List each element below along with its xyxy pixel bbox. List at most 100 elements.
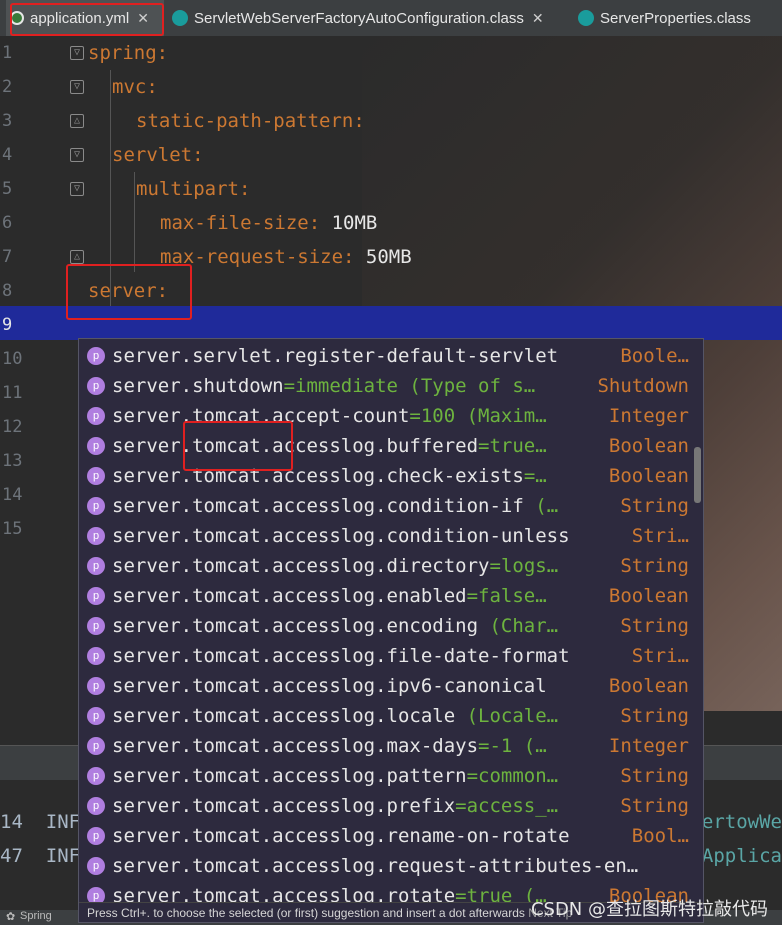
completion-item-name: server.tomcat.accesslog.locale (Locale… [112, 705, 559, 727]
completion-item-type: Boolean [608, 585, 689, 607]
completion-item-type: Bool… [631, 825, 689, 847]
line-number: 1 [2, 43, 13, 63]
property-icon: p [87, 497, 105, 515]
property-icon: p [87, 827, 105, 845]
completion-item-type: String [620, 495, 689, 517]
completion-item[interactable]: p server.tomcat.accesslog.ipv6-canonical B… [79, 671, 703, 701]
editor-tab-bar: application.yml ✕ ServletWebServerFactor… [0, 0, 782, 37]
completion-item[interactable]: p server.tomcat.accesslog.buffered=true… B… [79, 431, 703, 461]
code-completion-popup[interactable]: p server.servlet.register-default-servlet… [78, 338, 704, 923]
property-icon: p [87, 467, 105, 485]
completion-item-name: server.tomcat.accesslog.directory=logs… [112, 555, 559, 577]
code-line: 2 ▽ mvc: [0, 70, 782, 104]
completion-item[interactable]: p server.tomcat.accesslog.enabled=false… B… [79, 581, 703, 611]
completion-item-name: server.shutdown=immediate (Type of s… [112, 375, 536, 397]
completion-item-name: server.tomcat.accesslog.buffered=true… [112, 435, 547, 457]
fold-icon[interactable]: ▽ [70, 46, 84, 60]
completion-item[interactable]: p server.tomcat.accesslog.encoding (Char…… [79, 611, 703, 641]
tab-label: ServerProperties.class [600, 9, 751, 27]
completion-item-name: server.tomcat.accesslog.condition-unless [112, 525, 570, 547]
completion-item-type: String [620, 555, 689, 577]
fold-icon[interactable]: ▽ [70, 80, 84, 94]
completion-item-type: Stri… [631, 645, 689, 667]
completion-item-type: String [620, 795, 689, 817]
completion-item-type: Boole… [620, 345, 689, 367]
completion-item[interactable]: p server.tomcat.accesslog.rename-on-rotat… [79, 821, 703, 851]
line-number: 10 [2, 349, 23, 369]
completion-item-name: server.tomcat.accesslog.ipv6-canonical [112, 675, 547, 697]
code-line: 6 max-file-size: 10MB [0, 206, 782, 240]
completion-item[interactable]: p server.tomcat.accesslog.locale (Locale…… [79, 701, 703, 731]
completion-item[interactable]: p server.tomcat.accesslog.file-date-forma… [79, 641, 703, 671]
fold-icon[interactable]: ▽ [70, 148, 84, 162]
completion-item-name: server.tomcat.accesslog.rename-on-rotate [112, 825, 570, 847]
property-icon: p [87, 407, 105, 425]
line-number: 3 [2, 111, 13, 131]
code-text: static-path-pattern: [136, 110, 365, 132]
line-number: 9 [2, 315, 13, 335]
close-icon[interactable]: ✕ [532, 10, 544, 27]
completion-item[interactable]: p server.tomcat.accesslog.max-days=-1 (… I… [79, 731, 703, 761]
tab-server-properties[interactable]: ServerProperties.class [578, 0, 782, 36]
watermark: CSDN @查拉图斯特拉敲代码 [530, 899, 768, 920]
completion-item[interactable]: p server.tomcat.accesslog.condition-if (…… [79, 491, 703, 521]
tip-text: Press Ctrl+. to choose the selected (or … [87, 906, 525, 920]
fold-end-icon[interactable]: △ [70, 114, 84, 128]
fold-icon[interactable]: ▽ [70, 182, 84, 196]
completion-item-type: Boolean [608, 465, 689, 487]
property-icon: p [87, 527, 105, 545]
completion-item[interactable]: p server.tomcat.accesslog.request-attribu… [79, 851, 703, 881]
line-number: 4 [2, 145, 13, 165]
completion-item[interactable]: p server.shutdown=immediate (Type of s… Sh… [79, 371, 703, 401]
console-line-end: Applica [701, 845, 782, 867]
completion-item[interactable]: p server.tomcat.accesslog.pattern=common…… [79, 761, 703, 791]
completion-item-type: String [620, 615, 689, 637]
property-icon: p [87, 647, 105, 665]
completion-item-name: server.tomcat.accept-count=100 (Maxim… [112, 405, 547, 427]
completion-item-type: Integer [608, 735, 689, 757]
line-number: 13 [2, 451, 23, 471]
status-label[interactable]: Spring [20, 910, 52, 922]
class-file-icon [578, 10, 594, 26]
property-icon: p [87, 347, 105, 365]
property-icon: p [87, 377, 105, 395]
property-icon: p [87, 767, 105, 785]
console-line: 14 INF [0, 811, 81, 833]
tab-servlet-web-server-factory[interactable]: ServletWebServerFactoryAutoConfiguration… [172, 0, 564, 36]
line-number: 14 [2, 485, 23, 505]
completion-item-type: Boolean [608, 675, 689, 697]
completion-item[interactable]: p server.tomcat.accept-count=100 (Maxim… I… [79, 401, 703, 431]
completion-item-name: server.tomcat.accesslog.pattern=common… [112, 765, 559, 787]
code-text: servlet: [112, 144, 204, 166]
completion-item-type: Shutdown [597, 375, 689, 397]
completion-item[interactable]: p server.tomcat.accesslog.prefix=access_…… [79, 791, 703, 821]
property-icon: p [87, 437, 105, 455]
completion-item[interactable]: p server.tomcat.accesslog.check-exists=… B… [79, 461, 703, 491]
highlight-box-tab [10, 3, 164, 36]
completion-item-type: String [620, 705, 689, 727]
completion-item-type: Stri… [631, 525, 689, 547]
completion-item[interactable]: p server.servlet.register-default-servlet… [79, 341, 703, 371]
line-number: 11 [2, 383, 23, 403]
scrollbar-thumb[interactable] [694, 447, 701, 503]
code-text: mvc: [112, 76, 158, 98]
property-icon: p [87, 677, 105, 695]
completion-item-type: Boolean [608, 435, 689, 457]
completion-item-name: server.tomcat.accesslog.condition-if (… [112, 495, 559, 517]
class-file-icon [172, 10, 188, 26]
code-line: 4 ▽ servlet: [0, 138, 782, 172]
property-icon: p [87, 857, 105, 875]
completion-item[interactable]: p server.tomcat.accesslog.condition-unles… [79, 521, 703, 551]
line-number: 15 [2, 519, 23, 539]
completion-item-name: server.tomcat.accesslog.request-attribut… [112, 855, 639, 877]
completion-item-name: server.tomcat.accesslog.file-date-format [112, 645, 570, 667]
highlight-box-server [66, 264, 192, 320]
fold-end-icon[interactable]: △ [70, 250, 84, 264]
completion-item-name: server.tomcat.accesslog.enabled=false… [112, 585, 547, 607]
line-number: 7 [2, 247, 13, 267]
completion-item[interactable]: p server.tomcat.accesslog.directory=logs…… [79, 551, 703, 581]
line-number: 8 [2, 281, 13, 301]
code-line: 3 △ static-path-pattern: [0, 104, 782, 138]
property-icon: p [87, 557, 105, 575]
property-icon: p [87, 797, 105, 815]
